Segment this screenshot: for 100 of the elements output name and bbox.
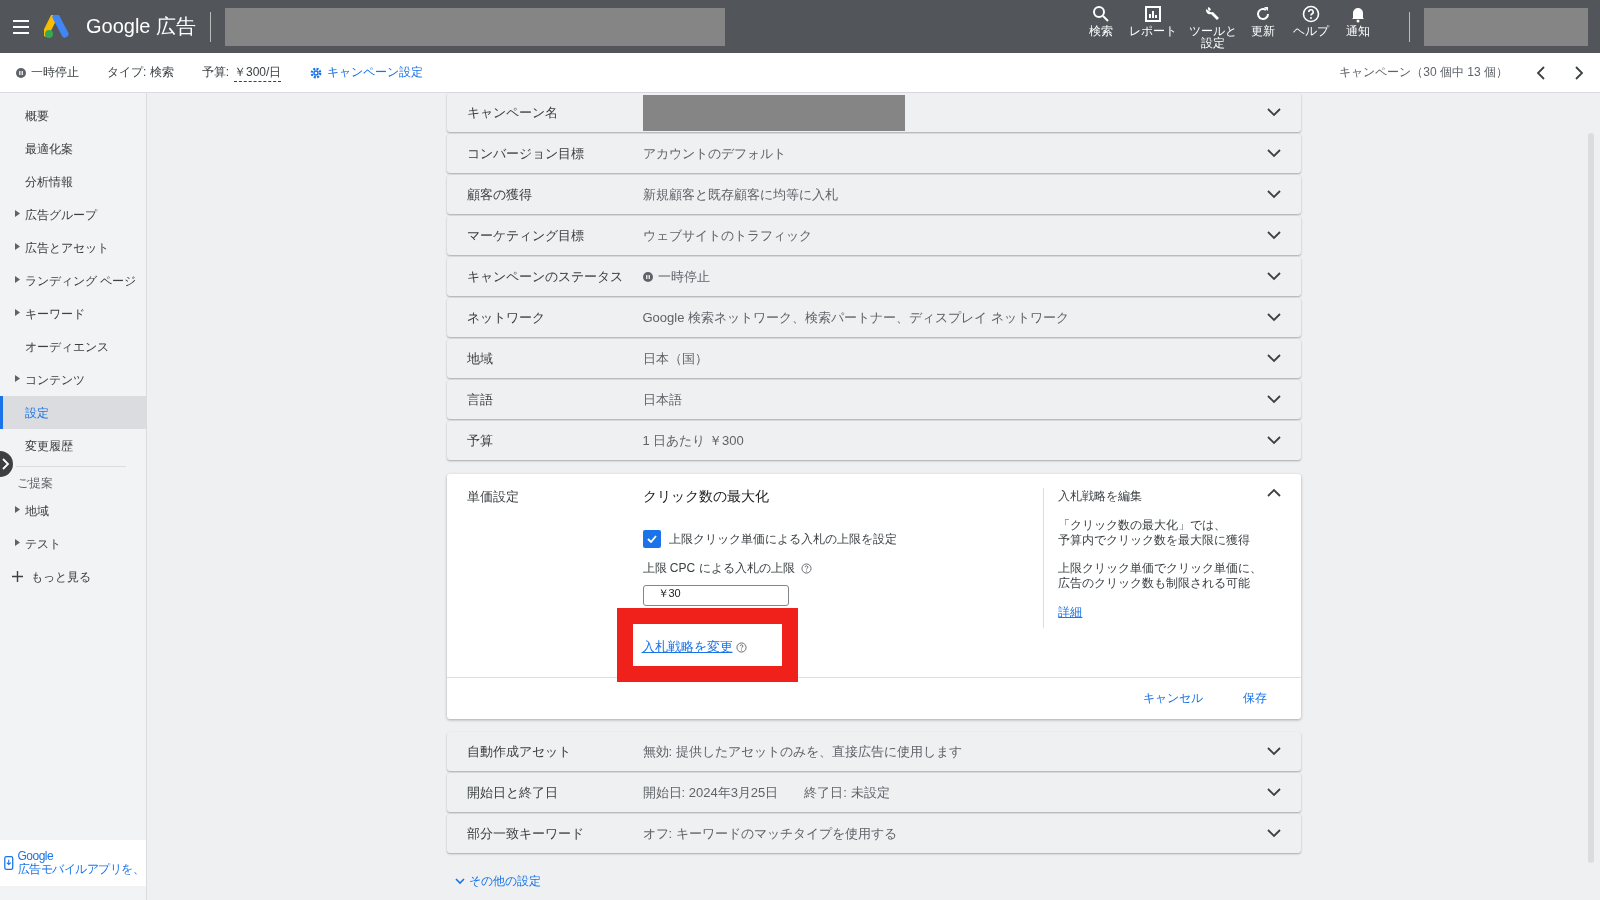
setting-row[interactable]: コンバージョン目標 アカウントのデフォルト [446, 134, 1301, 173]
setting-row[interactable]: 開始日と終了日 開始日: 2024年3月25日 終了日: 未設定 [446, 773, 1301, 812]
bar-chart-icon [1144, 4, 1162, 23]
sidebar-item[interactable]: 変更履歴 [0, 429, 146, 462]
sidebar-item[interactable]: 広告とアセット [0, 231, 146, 264]
setting-value: 開始日: 2024年3月25日 終了日: 未設定 [642, 783, 890, 802]
caret-icon [15, 209, 20, 217]
info-text: 予算内でクリック数を最大限に獲得 [1058, 533, 1252, 548]
sidebar-item[interactable]: コンテンツ [0, 363, 146, 396]
caret-icon [15, 374, 20, 382]
checkbox-label: 上限クリック単価による入札の上限を設定 [668, 530, 897, 548]
setting-row[interactable]: 自動作成アセット 無効: 提供したアセットのみを、直接広告に使用します [446, 732, 1301, 771]
pause-icon [16, 67, 26, 78]
setting-label: コンバージョン目標 [466, 144, 585, 163]
chevron-down-icon[interactable] [1266, 436, 1281, 445]
setting-row[interactable]: 言語 日本語 [446, 380, 1301, 419]
sidebar-item[interactable]: キーワード [0, 297, 146, 330]
caret-icon [15, 242, 20, 250]
chevron-down-icon[interactable] [1266, 190, 1281, 199]
settings-icon [309, 65, 324, 80]
setting-row[interactable]: 予算 1 日あたり ￥300 [446, 421, 1301, 460]
info-text: 「クリック数の最大化」では、 [1058, 518, 1228, 533]
previous-icon[interactable] [1536, 65, 1546, 80]
chevron-down-icon[interactable] [1266, 231, 1281, 240]
help-icon[interactable] [735, 641, 747, 653]
next-icon[interactable] [1574, 65, 1584, 80]
chevron-down-icon[interactable] [1266, 829, 1281, 838]
setting-label: 言語 [466, 390, 494, 409]
chevron-down-icon [454, 878, 465, 885]
sidebar-item[interactable]: 分析情報 [0, 165, 146, 198]
caret-icon [15, 505, 20, 513]
phone-icon [4, 854, 14, 872]
chevron-up-icon[interactable] [1266, 488, 1281, 497]
setting-value: アカウントのデフォルト [642, 144, 786, 163]
more-settings-link[interactable]: その他の設定 [454, 873, 1301, 890]
chevron-down-icon[interactable] [1266, 272, 1281, 281]
sidebar-item[interactable]: ランディング ページ [0, 264, 146, 297]
setting-label: マーケティング目標 [466, 226, 585, 245]
panel-button[interactable]: 保存 [1242, 690, 1267, 707]
help-icon [1302, 4, 1320, 23]
max-cpc-field[interactable]: ￥30 [642, 585, 789, 606]
setting-row[interactable]: キャンペーンのステータス 一時停止 [446, 257, 1301, 296]
menu-icon[interactable] [12, 19, 30, 34]
setting-label: キャンペーンのステータス [466, 267, 624, 286]
setting-label: 顧客の獲得 [466, 185, 533, 204]
chevron-down-icon[interactable] [1266, 747, 1281, 756]
pause-icon [642, 271, 653, 282]
toolbar-button[interactable]: 検索 [1083, 4, 1119, 37]
toolbar-button[interactable]: ヘルプ [1287, 4, 1335, 37]
budget-value[interactable]: ￥300/日 [234, 63, 282, 82]
logo-icon [44, 14, 72, 39]
campaign-settings-link[interactable]: キャンペーン設定 [309, 64, 424, 81]
setting-label: キャンペーン名 [466, 103, 559, 122]
sidebar-item[interactable]: 地域 [0, 494, 146, 527]
toolbar-button[interactable]: レポート [1125, 4, 1181, 37]
setting-row[interactable]: キャンペーン名 [446, 93, 1301, 132]
sidebar-item[interactable]: テスト [0, 527, 146, 560]
toolbar-button[interactable]: ツールと設定 [1187, 4, 1239, 49]
setting-row[interactable]: 地域 日本（国） [446, 339, 1301, 378]
setting-value: ウェブサイトのトラフィック [642, 226, 812, 245]
chevron-down-icon[interactable] [1266, 108, 1281, 117]
setting-value: 1 日あたり ￥300 [642, 431, 744, 450]
setting-value: Google 検索ネットワーク、検索パートナー、ディスプレイ ネットワーク [642, 308, 1069, 327]
sidebar-item[interactable]: 最適化案 [0, 132, 146, 165]
setting-label: 部分一致キーワード [466, 824, 585, 843]
sidebar-item[interactable]: 広告グループ [0, 198, 146, 231]
product-name: Google 広告 [86, 14, 197, 39]
bid-strategy: クリック数の最大化 [642, 488, 770, 506]
setting-row[interactable]: 顧客の獲得 新規顧客と既存顧客に均等に入札 [446, 175, 1301, 214]
setting-row[interactable]: マーケティング目標 ウェブサイトのトラフィック [446, 216, 1301, 255]
setting-value: オフ: キーワードのマッチタイプを使用する [642, 824, 897, 843]
setting-value: 無効: 提供したアセットのみを、直接広告に使用します [642, 742, 962, 761]
chevron-down-icon[interactable] [1266, 354, 1281, 363]
change-strategy-link[interactable]: 入札戦略を変更 [641, 638, 733, 656]
chevron-down-icon[interactable] [1266, 395, 1281, 404]
toolbar-button[interactable]: 更新 [1245, 4, 1281, 37]
expand-icon[interactable] [0, 451, 14, 477]
sidebar-item[interactable]: オーディエンス [0, 330, 146, 363]
setting-row[interactable]: ネットワーク Google 検索ネットワーク、検索パートナー、ディスプレイ ネットワーク [446, 298, 1301, 337]
setting-row[interactable]: 部分一致キーワード オフ: キーワードのマッチタイプを使用する [446, 814, 1301, 853]
info-text: 広告のクリック数も制限される可能 [1058, 576, 1252, 591]
check-icon [646, 535, 657, 543]
budget-label: 予算: [201, 64, 229, 81]
details-link[interactable]: 詳細 [1058, 604, 1267, 621]
plus-icon [12, 571, 23, 582]
more-link[interactable]: もっと見る [0, 560, 146, 593]
chevron-down-icon[interactable] [1266, 149, 1281, 158]
toolbar-button[interactable]: 通知 [1341, 4, 1375, 37]
setting-label: 開始日と終了日 [466, 783, 559, 802]
help-icon[interactable] [800, 563, 812, 574]
app-promo[interactable]: Google 広告モバイルアプリを、 [0, 840, 146, 886]
panel-button[interactable]: キャンセル [1142, 690, 1203, 707]
search-icon [1092, 4, 1110, 23]
sidebar-item[interactable]: 概要 [0, 99, 146, 132]
setting-label: 地域 [466, 349, 494, 368]
campaign-pager: キャンペーン（30 個中 13 個） [1339, 64, 1508, 81]
field-label: 上限 CPC による入札の上限 [642, 560, 795, 577]
chevron-down-icon[interactable] [1266, 788, 1281, 797]
checkbox[interactable] [642, 530, 661, 548]
chevron-down-icon[interactable] [1266, 313, 1281, 322]
